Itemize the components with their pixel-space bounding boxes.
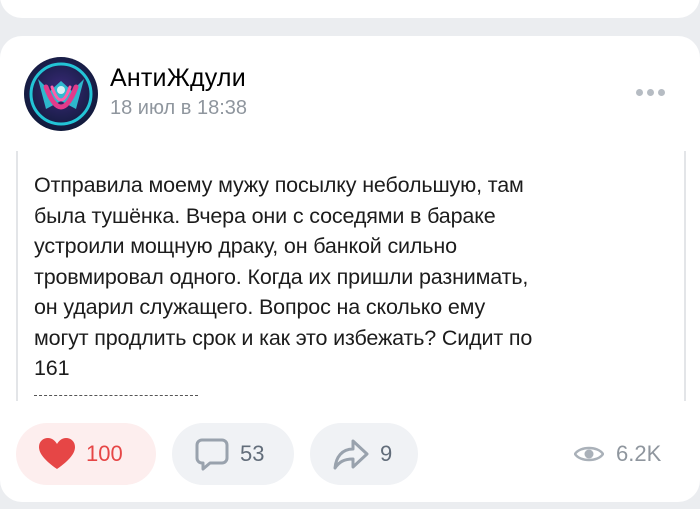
share-count: 9 [380, 441, 393, 466]
post-text: Отправила моему мужу посылку небольшую, … [34, 173, 533, 380]
like-button[interactable]: 100 [16, 423, 156, 485]
post-image[interactable]: Отправила моему мужу посылку небольшую, … [16, 151, 686, 401]
dot [658, 88, 665, 96]
eye-icon [574, 446, 604, 462]
dashed-divider [34, 395, 198, 396]
views-counter: 6.2K [574, 423, 661, 485]
dot [636, 88, 643, 96]
comment-bubble-icon [195, 438, 229, 471]
share-button[interactable]: 9 [310, 423, 418, 485]
views-count: 6.2K [616, 441, 662, 466]
share-arrow-icon [333, 439, 369, 470]
community-avatar[interactable] [24, 57, 98, 131]
post-card: АнтиЖдули 18 июл в 18:38 Отправила моему… [0, 36, 700, 502]
like-count: 100 [86, 441, 123, 466]
avatar-logo-icon [24, 57, 98, 131]
comment-button[interactable]: 53 [172, 423, 294, 485]
post-author[interactable]: АнтиЖдули [110, 64, 246, 93]
more-dots-icon[interactable] [636, 86, 670, 98]
dot [647, 88, 654, 96]
post-actions: 100 53 9 6.2K [0, 423, 700, 487]
heart-icon [39, 438, 75, 469]
previous-post-footer [0, 0, 700, 18]
post-date[interactable]: 18 июл в 18:38 [110, 97, 247, 120]
comment-count: 53 [240, 441, 265, 466]
